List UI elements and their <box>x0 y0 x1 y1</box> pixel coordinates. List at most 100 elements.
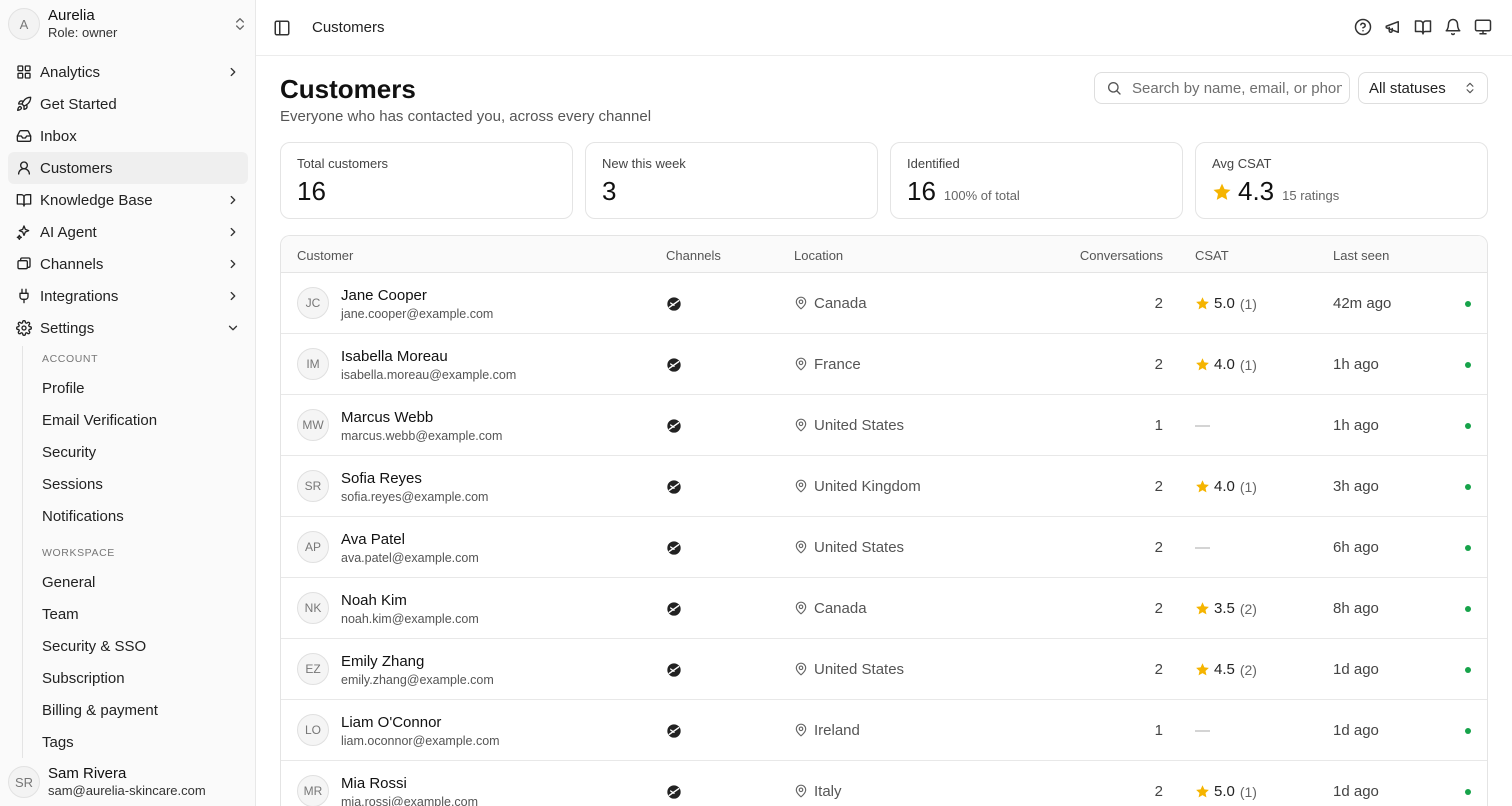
sidebar-item-settings[interactable]: Settings <box>8 312 248 344</box>
channels-icon <box>17 257 31 270</box>
settings-item-security-sso[interactable]: Security & SSO <box>34 630 248 662</box>
search-input[interactable] <box>1132 79 1342 97</box>
customer-name: Isabella Moreau <box>341 348 448 365</box>
docs-book-icon[interactable] <box>1414 18 1432 36</box>
csat-value: 4.5 <box>1214 661 1235 678</box>
settings-item-security[interactable]: Security <box>34 436 248 468</box>
settings-item-general[interactable]: General <box>34 566 248 598</box>
table-row[interactable]: MW Marcus Webb marcus.webb@example.com Unit… <box>281 395 1487 456</box>
chevron-right-icon <box>230 291 236 301</box>
table-row[interactable]: NK Noah Kim noah.kim@example.com Canada 2 3.5… <box>281 578 1487 639</box>
status-filter-select[interactable]: All statuses <box>1358 72 1488 104</box>
customer-email: jane.cooper@example.com <box>341 307 494 321</box>
csat-value: 5.0 <box>1214 783 1235 800</box>
table-row[interactable]: SR Sofia Reyes sofia.reyes@example.com Unit… <box>281 456 1487 517</box>
settings-item-notifications[interactable]: Notifications <box>34 500 248 532</box>
settings-item-subscription[interactable]: Subscription <box>34 662 248 694</box>
stat-label: Total customers <box>297 156 389 171</box>
stat-label: Avg CSAT <box>1212 156 1272 171</box>
conversation-count: 2 <box>1154 356 1163 373</box>
settings-item-profile[interactable]: Profile <box>34 372 248 404</box>
sidebar-toggle-icon[interactable] <box>273 19 291 37</box>
sidebar-item-get-started[interactable]: Get Started <box>8 88 248 120</box>
sidebar-item-inbox[interactable]: Inbox <box>8 120 248 152</box>
bell-icon[interactable] <box>1444 18 1462 36</box>
col-conversations[interactable]: Conversations <box>1080 248 1163 263</box>
sidebar-item-analytics[interactable]: Analytics <box>8 56 248 88</box>
table-row[interactable]: EZ Emily Zhang emily.zhang@example.com Unit… <box>281 639 1487 700</box>
customer-name: Jane Cooper <box>341 287 427 304</box>
web-channel-icon <box>667 785 681 799</box>
sidebar-item-channels[interactable]: Channels <box>8 248 248 280</box>
stat-value: 16 <box>907 176 936 206</box>
last-seen: 42m ago <box>1333 295 1392 312</box>
help-icon[interactable] <box>1354 18 1372 36</box>
status-filter-value: All statuses <box>1369 79 1446 97</box>
settings-item-team[interactable]: Team <box>34 598 248 630</box>
customer-email: liam.oconnor@example.com <box>341 734 500 748</box>
map-pin-icon <box>795 479 807 493</box>
search-box[interactable] <box>1094 72 1350 104</box>
customer-email: marcus.webb@example.com <box>341 429 503 443</box>
megaphone-icon[interactable] <box>1384 18 1402 36</box>
customer-location: United States <box>814 417 905 434</box>
sidebar-item-integrations[interactable]: Integrations <box>8 280 248 312</box>
page-subtitle: Everyone who has contacted you, across e… <box>280 108 652 125</box>
monitor-icon[interactable] <box>1474 18 1492 36</box>
stat-value: 4.3 <box>1238 176 1275 206</box>
table-row[interactable]: LO Liam O'Connor liam.oconnor@example.com I… <box>281 700 1487 761</box>
settings-item-sessions[interactable]: Sessions <box>34 468 248 500</box>
sidebar-item-ai-agent[interactable]: AI Agent <box>8 216 248 248</box>
customer-location: United Kingdom <box>814 478 921 495</box>
conversation-count: 2 <box>1154 783 1163 800</box>
sidebar-item-knowledge-base[interactable]: Knowledge Base <box>8 184 248 216</box>
map-pin-icon <box>795 418 807 432</box>
csat-score: 4.0 (1) <box>1195 478 1257 495</box>
csat-empty: — <box>1195 417 1210 434</box>
table-row[interactable]: IM Isabella Moreau isabella.moreau@example… <box>281 334 1487 395</box>
csat-score: 5.0 (1) <box>1195 295 1257 312</box>
stat-card-identified: Identified 16 100% of total <box>890 142 1183 219</box>
customer-location: Canada <box>814 600 867 617</box>
customer-location: Ireland <box>814 722 860 739</box>
sidebar-item-label: Knowledge Base <box>40 191 153 209</box>
user-name: Sam Rivera <box>48 765 127 783</box>
sidebar-item-customers[interactable]: Customers <box>8 152 248 184</box>
csat-score: — <box>1195 539 1210 556</box>
sparkle-icon <box>16 225 30 240</box>
sidebar-item-label: Customers <box>40 159 113 177</box>
user-avatar: SR <box>8 766 40 798</box>
stat-subtext: 100% of total <box>943 188 1020 203</box>
customer-location: France <box>814 356 861 373</box>
sidebar-item-label: AI Agent <box>40 223 97 241</box>
user-menu[interactable]: SR Sam Rivera sam@aurelia-skincare.com <box>8 762 248 802</box>
star-icon <box>1196 602 1209 615</box>
map-pin-icon <box>795 540 807 554</box>
online-status-dot <box>1465 484 1471 490</box>
settings-item-email-verification[interactable]: Email Verification <box>34 404 248 436</box>
table-row[interactable]: MR Mia Rossi mia.rossi@example.com Italy 2 5.… <box>281 761 1487 806</box>
last-seen: 6h ago <box>1333 539 1379 556</box>
table-row[interactable]: JC Jane Cooper jane.cooper@example.com Cana… <box>281 273 1487 334</box>
customer-avatar: JC <box>297 287 329 319</box>
customer-location: United States <box>814 539 905 556</box>
settings-item-tags[interactable]: Tags <box>34 726 248 758</box>
customer-email: noah.kim@example.com <box>341 612 479 626</box>
col-customer[interactable]: Customer <box>297 248 353 263</box>
col-location[interactable]: Location <box>794 248 843 263</box>
customers-table: Customer Channels Location Conversations… <box>280 235 1488 806</box>
workspace-switcher[interactable]: A Aurelia Role: owner <box>8 6 248 42</box>
col-channels[interactable]: Channels <box>666 248 721 263</box>
settings-item-billing-payment[interactable]: Billing & payment <box>34 694 248 726</box>
table-row[interactable]: AP Ava Patel ava.patel@example.com United S… <box>281 517 1487 578</box>
customer-location: United States <box>814 661 905 678</box>
chevron-down-icon <box>228 325 238 331</box>
stat-card-total: Total customers 16 <box>280 142 573 219</box>
col-last-seen[interactable]: Last seen <box>1333 248 1389 263</box>
conversation-count: 1 <box>1154 417 1163 434</box>
col-csat[interactable]: CSAT <box>1195 248 1229 263</box>
web-channel-icon <box>667 724 681 738</box>
sidebar-item-label: Settings <box>40 319 95 337</box>
stat-value: 3 <box>602 176 617 206</box>
customer-name: Marcus Webb <box>341 409 434 426</box>
